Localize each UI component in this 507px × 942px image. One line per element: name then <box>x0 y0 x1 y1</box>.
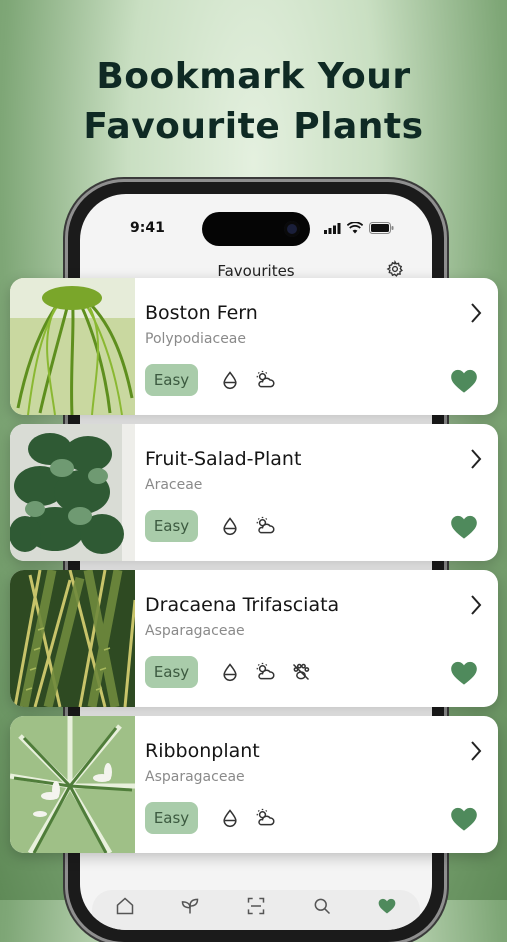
headline-line-1: Bookmark Your <box>96 56 411 97</box>
care-icons <box>220 516 276 536</box>
water-drop-icon <box>223 809 237 828</box>
plant-photo <box>10 278 135 415</box>
sun-cloud-icon <box>256 662 275 680</box>
chevron-right-icon[interactable] <box>470 302 482 324</box>
search-icon <box>314 898 330 915</box>
status-time: 9:41 <box>130 220 165 236</box>
plant-photo <box>10 424 135 561</box>
status-icons <box>324 222 394 234</box>
chevron-right-icon[interactable] <box>470 594 482 616</box>
plant-photo <box>10 570 135 707</box>
plant-photo <box>10 716 135 853</box>
plant-name: Boston Fern <box>145 302 258 324</box>
sun-cloud-icon <box>256 516 275 534</box>
plant-card-fruit-salad-plant[interactable]: Fruit-Salad-Plant Araceae Easy <box>10 424 498 561</box>
tab-favourites[interactable] <box>373 896 401 924</box>
plant-icon <box>182 898 199 914</box>
plant-family: Asparagaceae <box>145 769 245 785</box>
water-drop-icon <box>223 371 237 390</box>
home-icon <box>116 897 134 915</box>
favourite-heart-icon[interactable] <box>450 368 478 394</box>
tab-home[interactable] <box>111 896 139 924</box>
water-drop-icon <box>223 517 237 536</box>
plant-name: Fruit-Salad-Plant <box>145 448 302 470</box>
headline: Bookmark Your Favourite Plants <box>0 52 507 152</box>
heart-icon <box>378 898 396 914</box>
headline-line-2: Favourite Plants <box>83 106 424 147</box>
scan-icon <box>247 897 265 915</box>
difficulty-badge: Easy <box>145 802 198 834</box>
difficulty-badge: Easy <box>145 364 198 396</box>
chevron-right-icon[interactable] <box>470 448 482 470</box>
difficulty-badge: Easy <box>145 656 198 688</box>
favourite-heart-icon[interactable] <box>450 806 478 832</box>
plant-family: Polypodiaceae <box>145 331 246 347</box>
care-icons <box>220 662 312 682</box>
no-pets-icon <box>292 663 310 681</box>
care-icons <box>220 370 276 390</box>
sun-cloud-icon <box>256 808 275 826</box>
favourite-heart-icon[interactable] <box>450 514 478 540</box>
plant-name: Dracaena Trifasciata <box>145 594 340 616</box>
dynamic-island <box>202 212 310 246</box>
care-icons <box>220 808 276 828</box>
tab-search[interactable] <box>308 896 336 924</box>
gear-icon[interactable] <box>386 260 404 278</box>
signal-icon <box>324 222 341 234</box>
tab-scan[interactable] <box>242 896 270 924</box>
water-drop-icon <box>223 663 237 682</box>
plant-name: Ribbonplant <box>145 740 260 762</box>
plant-family: Asparagaceae <box>145 623 245 639</box>
favourite-heart-icon[interactable] <box>450 660 478 686</box>
plant-card-ribbonplant[interactable]: Ribbonplant Asparagaceae Easy <box>10 716 498 853</box>
tab-plants[interactable] <box>176 896 204 924</box>
tab-bar <box>92 890 420 930</box>
camera-icon <box>284 221 300 237</box>
plant-card-boston-fern[interactable]: Boston Fern Polypodiaceae Easy <box>10 278 498 415</box>
sun-cloud-icon <box>256 370 275 388</box>
plant-card-dracaena-trifasciata[interactable]: Dracaena Trifasciata Asparagaceae Easy <box>10 570 498 707</box>
battery-icon <box>369 222 394 234</box>
wifi-icon <box>347 222 363 234</box>
plant-family: Araceae <box>145 477 203 493</box>
chevron-right-icon[interactable] <box>470 740 482 762</box>
difficulty-badge: Easy <box>145 510 198 542</box>
